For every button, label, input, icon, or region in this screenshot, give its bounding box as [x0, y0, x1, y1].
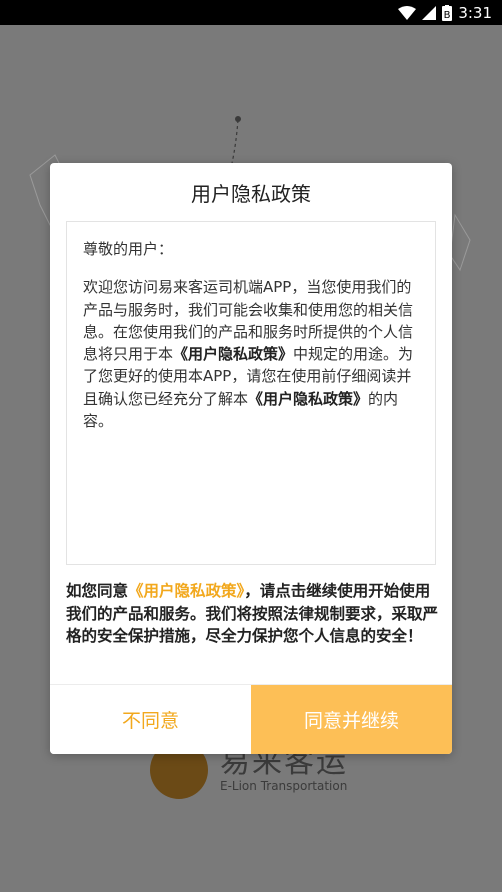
- policy-name-inline: 《用户隐私政策》: [173, 345, 294, 364]
- consent-prefix: 如您同意: [66, 582, 129, 600]
- status-time: 3:31: [458, 3, 492, 22]
- battery-icon: B: [442, 4, 453, 21]
- logo-subtitle: E-Lion Transportation: [220, 779, 348, 793]
- consent-text: 如您同意《用户隐私政策》，请点击继续使用开始使用我们的产品和服务。我们将按照法律…: [66, 580, 438, 648]
- battery-glyph: B: [444, 10, 451, 21]
- signal-icon: [422, 5, 437, 20]
- greeting-text: 尊敬的用户：: [83, 240, 174, 258]
- dialog-title: 用户隐私政策: [191, 181, 311, 206]
- policy-text-box[interactable]: 尊敬的用户： 欢迎您访问易来客运司机端APP，当您使用我们的产品与服务时，我们可…: [66, 221, 436, 565]
- policy-body-text: 欢迎您访问易来客运司机端APP，当您使用我们的产品与服务时，我们可能会收集和使用…: [83, 276, 418, 432]
- policy-name-inline-2: 《用户隐私政策》: [248, 389, 369, 408]
- disagree-button[interactable]: 不同意: [50, 685, 251, 754]
- dialog-button-row: 不同意 同意并继续: [50, 684, 452, 754]
- wifi-icon: [398, 5, 417, 20]
- status-bar: B 3:31: [0, 0, 502, 25]
- privacy-policy-link[interactable]: 《用户隐私政策》: [128, 582, 244, 600]
- agree-continue-button[interactable]: 同意并继续: [251, 685, 452, 754]
- privacy-dialog: 用户隐私政策 尊敬的用户： 欢迎您访问易来客运司机端APP，当您使用我们的产品与…: [50, 163, 452, 754]
